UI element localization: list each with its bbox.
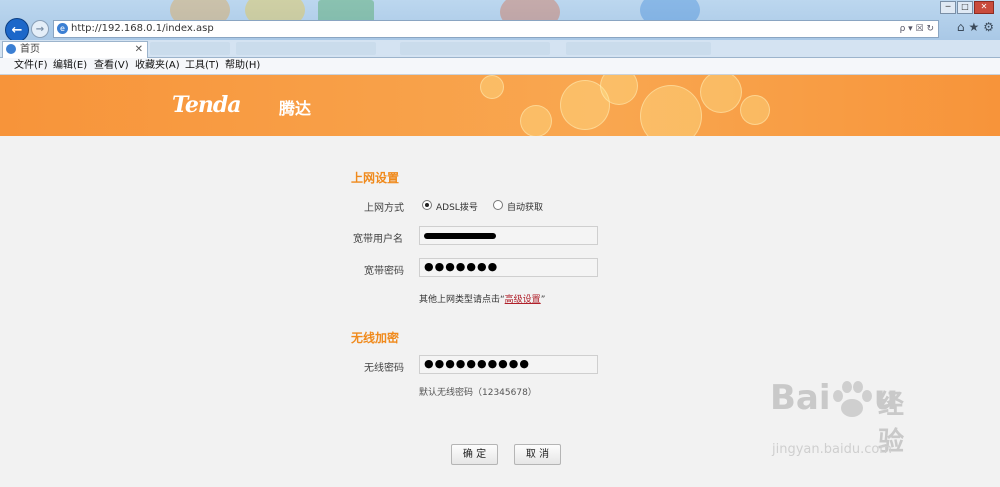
blurred-tab[interactable] (150, 42, 230, 55)
wireless-password-label: 无线密码 (364, 363, 404, 374)
menu-help[interactable]: 帮助(H) (225, 58, 260, 74)
radio-adsl[interactable] (422, 200, 432, 210)
menu-file[interactable]: 文件(F) (14, 58, 48, 74)
watermark-sub: jingyan.baidu.com (772, 442, 892, 457)
advanced-settings-link[interactable]: 高级设置 (505, 295, 541, 305)
address-url[interactable]: http://192.168.0.1/index.asp (71, 21, 214, 37)
watermark-logo: Bai (770, 378, 831, 418)
decor-bubble (520, 105, 552, 136)
tenda-logo: Tenda (172, 92, 241, 118)
wireless-password-input[interactable]: ●●●●●●●●●● (419, 355, 598, 374)
forward-button[interactable]: → (31, 20, 49, 38)
username-input[interactable] (419, 226, 598, 245)
tenda-logo-cn: 腾达 (279, 99, 312, 118)
back-button[interactable]: ← (5, 18, 29, 40)
menu-favorites[interactable]: 收藏夹(A) (135, 58, 180, 74)
password-mask: ●●●●●●● (424, 260, 499, 273)
home-icon[interactable]: ⌂ (957, 20, 965, 34)
minimize-button[interactable]: ─ (940, 1, 956, 14)
broadband-password-label: 宽带密码 (364, 266, 404, 277)
radio-auto[interactable] (493, 200, 503, 210)
blurred-tab[interactable] (566, 42, 711, 55)
internet-section-title: 上网设置 (351, 171, 400, 185)
address-bar[interactable]: e http://192.168.0.1/index.asp ρ ▾ ☒ ↻ (53, 20, 939, 38)
advanced-hint-prefix: 其他上网类型请点击“ (419, 295, 505, 305)
blurred-tab[interactable] (236, 42, 376, 55)
close-window-button[interactable]: ✕ (974, 1, 994, 14)
ie-tab-icon (6, 44, 16, 54)
default-wireless-hint: 默认无线密码（12345678） (419, 388, 537, 398)
ok-button[interactable]: 确 定 (451, 444, 498, 465)
tab-home[interactable]: 首页 ✕ (2, 41, 148, 58)
redacted-username (424, 233, 496, 239)
menu-bar: 文件(F) 编辑(E) 查看(V) 收藏夹(A) 工具(T) 帮助(H) (0, 58, 1000, 75)
browser-titlebar: ─ □ ✕ ← → e http://192.168.0.1/index.asp… (0, 0, 1000, 40)
advanced-hint-suffix: ” (540, 295, 546, 305)
menu-edit[interactable]: 编辑(E) (53, 58, 87, 74)
header-banner (0, 75, 1000, 136)
username-label: 宽带用户名 (353, 234, 403, 245)
menu-view[interactable]: 查看(V) (94, 58, 129, 74)
baidu-watermark: Bai u 经验 jingyan.baidu.com (770, 378, 904, 457)
menu-tools[interactable]: 工具(T) (185, 58, 219, 74)
connection-mode-label: 上网方式 (364, 203, 404, 214)
wireless-section-title: 无线加密 (351, 331, 400, 345)
gear-icon[interactable]: ⚙ (983, 20, 994, 34)
browser-toolbar-icons: ⌂ ★ ⚙ (957, 20, 994, 34)
ie-page-icon: e (57, 23, 68, 34)
wireless-password-mask: ●●●●●●●●●● (424, 357, 530, 370)
tab-label: 首页 (20, 44, 40, 55)
decor-bubble (480, 75, 504, 99)
tab-close-icon[interactable]: ✕ (135, 42, 143, 57)
cancel-button[interactable]: 取 消 (514, 444, 561, 465)
decor-bubble (700, 75, 742, 113)
baidu-paw-icon (833, 381, 872, 417)
radio-auto-label[interactable]: 自动获取 (507, 200, 543, 213)
favorites-star-icon[interactable]: ★ (968, 20, 979, 34)
decor-bubble (740, 95, 770, 125)
broadband-password-input[interactable]: ●●●●●●● (419, 258, 598, 277)
address-tools[interactable]: ρ ▾ ☒ ↻ (900, 21, 934, 37)
tab-bar: 首页 ✕ (0, 40, 1000, 58)
maximize-button[interactable]: □ (957, 1, 973, 14)
window-controls: ─ □ ✕ (940, 1, 994, 14)
decor-bubble (640, 85, 702, 136)
radio-adsl-label[interactable]: ADSL拨号 (436, 200, 478, 213)
advanced-hint: 其他上网类型请点击“高级设置” (419, 292, 545, 305)
blurred-tab[interactable] (400, 42, 550, 55)
